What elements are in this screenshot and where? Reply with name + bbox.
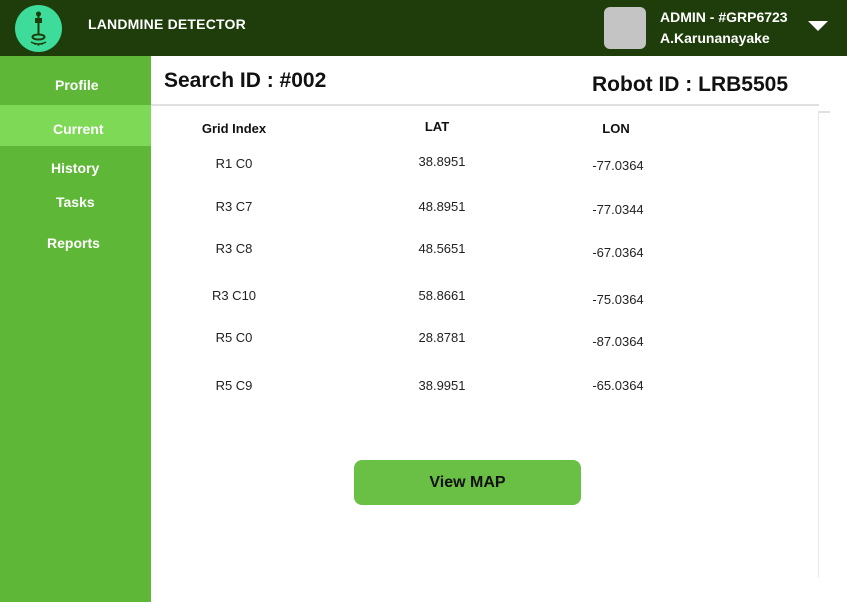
cell-lon: -87.0364	[592, 334, 644, 349]
sidebar-item-history[interactable]: History	[0, 159, 151, 179]
cell-grid-index: R3 C7	[215, 199, 253, 214]
cell-lat: 48.5651	[418, 241, 466, 256]
cell-lon: -77.0344	[592, 202, 644, 217]
column-header-lat: LAT	[424, 119, 450, 134]
column-header-grid-index: Grid Index	[201, 121, 267, 136]
sidebar: Profile Current History Tasks Reports	[0, 56, 151, 602]
admin-id: ADMIN - #GRP6723	[660, 9, 788, 25]
sidebar-item-label: History	[51, 160, 100, 176]
cell-grid-index: R5 C0	[215, 330, 253, 345]
scrollbar[interactable]	[818, 111, 830, 577]
cell-lon: -75.0364	[592, 292, 644, 307]
cell-grid-index: R1 C0	[215, 156, 253, 171]
app-title: LANDMINE DETECTOR	[88, 16, 246, 32]
view-map-button[interactable]: View MAP	[354, 460, 581, 505]
sidebar-item-profile[interactable]: Profile	[0, 76, 151, 96]
sidebar-item-reports[interactable]: Reports	[0, 235, 151, 255]
cell-lat: 28.8781	[418, 330, 466, 345]
cell-lon: -65.0364	[592, 378, 644, 393]
cell-grid-index: R5 C9	[215, 378, 253, 393]
sidebar-item-current[interactable]: Current	[0, 105, 151, 146]
cell-lat: 38.8951	[418, 154, 466, 169]
top-bar: LANDMINE DETECTOR ADMIN - #GRP6723 A.Kar…	[0, 0, 847, 56]
header-divider	[151, 104, 819, 106]
sidebar-item-label: Profile	[55, 77, 99, 93]
cell-grid-index: R3 C10	[211, 288, 257, 303]
cell-lat: 48.8951	[418, 199, 466, 214]
chevron-down-icon[interactable]	[808, 19, 828, 33]
sidebar-item-label: Reports	[47, 235, 100, 251]
cell-lat: 38.9951	[418, 378, 466, 393]
sidebar-item-tasks[interactable]: Tasks	[0, 194, 151, 214]
main-panel: Search ID : #002 Robot ID : LRB5505 Grid…	[151, 56, 847, 602]
cell-grid-index: R3 C8	[215, 241, 253, 256]
cell-lon: -77.0364	[592, 158, 644, 173]
cell-lon: -67.0364	[592, 245, 644, 260]
admin-name: A.Karunanayake	[660, 30, 770, 46]
robot-id-title: Robot ID : LRB5505	[592, 73, 789, 96]
avatar[interactable]	[604, 7, 646, 49]
column-header-lon: LON	[602, 121, 630, 136]
detector-logo-icon	[15, 5, 62, 52]
cell-lat: 58.8661	[418, 288, 466, 303]
sidebar-item-label: Current	[53, 121, 104, 137]
sidebar-item-label: Tasks	[56, 194, 95, 210]
search-id-title: Search ID : #002	[164, 69, 327, 92]
